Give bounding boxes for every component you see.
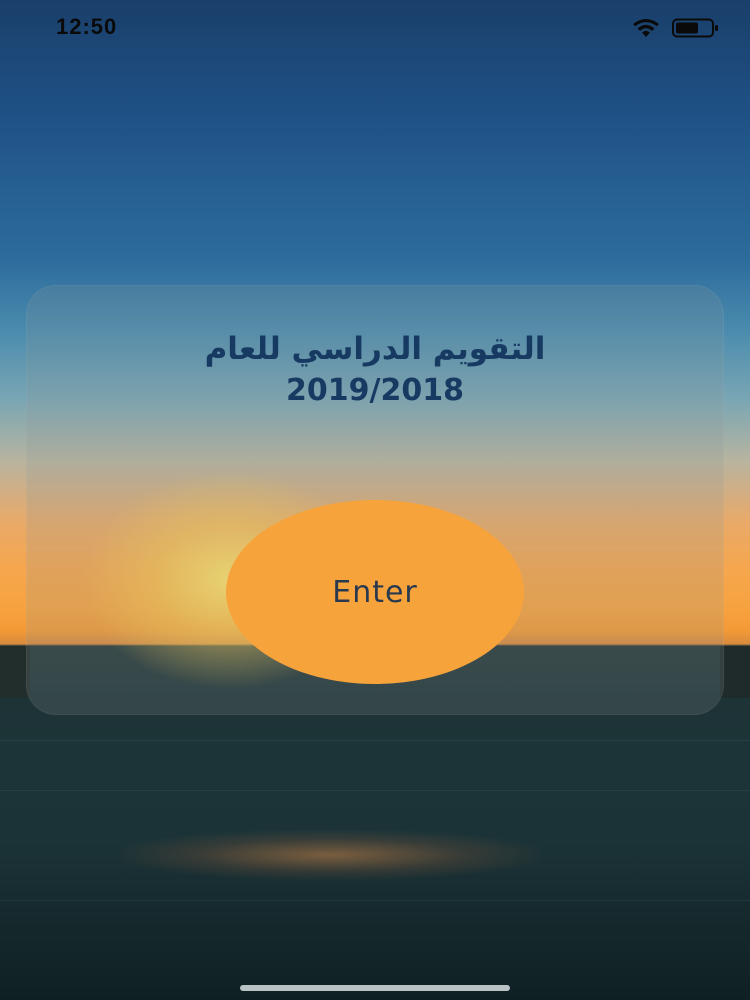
home-indicator[interactable] xyxy=(240,985,510,991)
status-time: 12:50 xyxy=(56,14,118,39)
status-bar: 12:50 xyxy=(0,0,750,56)
wifi-icon xyxy=(633,19,659,37)
battery-icon xyxy=(672,18,718,38)
background-ripple xyxy=(0,740,750,741)
calendar-card: التقويم الدراسي للعام 2019/2018 Enter xyxy=(26,285,724,715)
enter-button-label: Enter xyxy=(332,574,418,610)
background-ripple xyxy=(0,790,750,791)
background-horizon-right xyxy=(720,646,750,698)
background-water-reflection xyxy=(120,830,540,880)
app-screen: 12:50 التقويم الدراسي للعام 2019/2018 En… xyxy=(0,0,750,1000)
background-ripple xyxy=(0,900,750,901)
enter-button[interactable]: Enter xyxy=(226,500,524,684)
card-title: التقويم الدراسي للعام xyxy=(204,331,546,367)
card-year: 2019/2018 xyxy=(286,373,464,408)
